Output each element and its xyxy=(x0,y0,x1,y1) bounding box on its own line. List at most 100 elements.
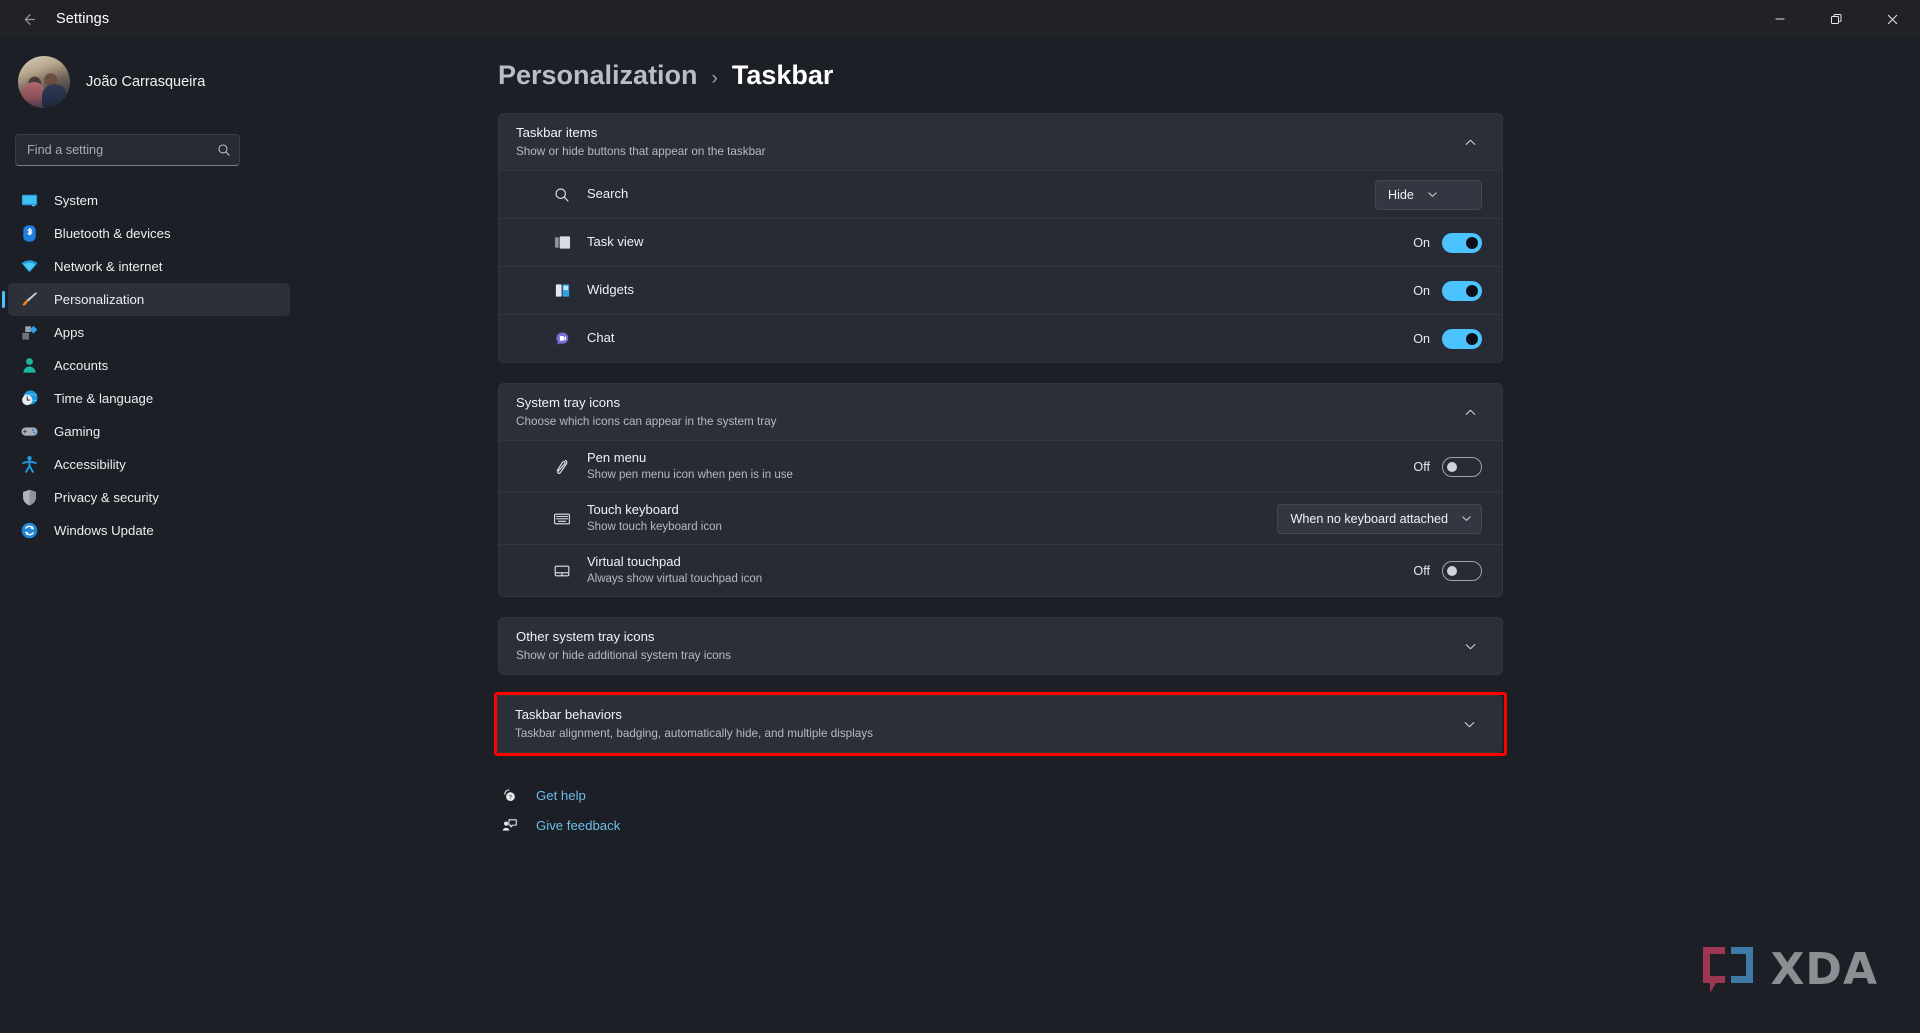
pen-menu-toggle[interactable] xyxy=(1442,456,1482,477)
section-title: Taskbar items xyxy=(516,125,598,141)
row-label: Widgets xyxy=(587,282,634,298)
taskbar-items-header[interactable]: Taskbar items Show or hide buttons that … xyxy=(499,114,1502,170)
get-help-link[interactable]: ? Get help xyxy=(498,780,1920,810)
footer-links: ? Get help Give feedback xyxy=(498,780,1920,840)
sidebar-item-personalization[interactable]: Personalization xyxy=(2,283,290,316)
give-feedback-link[interactable]: Give feedback xyxy=(498,810,1920,840)
chevron-up-icon[interactable] xyxy=(1458,130,1482,154)
chevron-up-icon[interactable] xyxy=(1458,400,1482,424)
section-subtitle: Choose which icons can appear in the sys… xyxy=(516,415,777,428)
window-controls xyxy=(1752,0,1920,38)
wifi-icon xyxy=(18,256,40,278)
feedback-icon xyxy=(498,814,520,836)
close-icon xyxy=(1887,14,1897,24)
taskbar-behaviors-header[interactable]: Taskbar behaviors Taskbar alignment, bad… xyxy=(498,696,1501,752)
section-subtitle: Taskbar alignment, badging, automaticall… xyxy=(515,727,873,740)
search-mode-dropdown[interactable]: Hide xyxy=(1375,179,1482,210)
search-icon xyxy=(551,184,573,206)
sidebar-item-label: Windows Update xyxy=(54,523,154,538)
dropdown-value: Hide xyxy=(1388,187,1414,202)
maximize-button[interactable] xyxy=(1808,0,1864,38)
xda-brackets-icon xyxy=(1702,947,1753,993)
sidebar-item-accessibility[interactable]: Accessibility xyxy=(8,448,290,481)
taskview-icon xyxy=(551,232,573,254)
chevron-down-icon xyxy=(1427,189,1438,200)
sidebar-item-label: Bluetooth & devices xyxy=(54,226,171,241)
sidebar-item-accounts[interactable]: Accounts xyxy=(8,349,290,382)
touchpad-icon xyxy=(551,560,573,582)
sidebar-item-windows-update[interactable]: Windows Update xyxy=(8,514,290,547)
toggle-state-label: On xyxy=(1413,331,1430,346)
gamepad-icon xyxy=(18,421,40,443)
row-label: Touch keyboard xyxy=(587,501,679,517)
task-view-toggle[interactable] xyxy=(1442,232,1482,253)
toggle-state-label: On xyxy=(1413,235,1430,250)
row-virtual-touchpad[interactable]: Virtual touchpad Always show virtual tou… xyxy=(499,544,1502,596)
user-profile[interactable]: João Carrasqueira xyxy=(0,38,300,108)
sidebar-item-apps[interactable]: Apps xyxy=(8,316,290,349)
other-system-tray-icons-header[interactable]: Other system tray icons Show or hide add… xyxy=(499,618,1502,674)
xda-wordmark: XDA xyxy=(1770,943,1878,995)
sidebar-item-bluetooth-devices[interactable]: Bluetooth & devices xyxy=(8,217,290,250)
row-label: Virtual touchpad xyxy=(587,553,681,569)
chevron-down-icon[interactable] xyxy=(1458,634,1482,658)
row-chat[interactable]: Chat On xyxy=(499,314,1502,362)
breadcrumb-parent[interactable]: Personalization xyxy=(498,60,698,91)
main-content: Personalization › Taskbar Taskbar items … xyxy=(300,38,1920,1033)
keyboard-icon xyxy=(551,508,573,530)
sidebar-item-label: Personalization xyxy=(54,292,145,307)
sidebar-item-gaming[interactable]: Gaming xyxy=(8,415,290,448)
sidebar-item-label: Privacy & security xyxy=(54,490,159,505)
row-label: Pen menu xyxy=(587,449,647,465)
toggle-state-label: On xyxy=(1413,283,1430,298)
chevron-down-icon[interactable] xyxy=(1457,712,1481,736)
system-tray-icons-card: System tray icons Choose which icons can… xyxy=(498,383,1503,597)
taskbar-items-card: Taskbar items Show or hide buttons that … xyxy=(498,113,1503,363)
section-title: Other system tray icons xyxy=(516,629,655,645)
taskbar-behaviors-highlight: Taskbar behaviors Taskbar alignment, bad… xyxy=(494,692,1507,756)
maximize-icon xyxy=(1830,13,1841,24)
minimize-button[interactable] xyxy=(1752,0,1808,38)
chat-toggle[interactable] xyxy=(1442,328,1482,349)
search-input[interactable] xyxy=(15,134,240,166)
row-widgets[interactable]: Widgets On xyxy=(499,266,1502,314)
system-tray-icons-header[interactable]: System tray icons Choose which icons can… xyxy=(499,384,1502,440)
xda-watermark: XDA xyxy=(1699,943,1879,995)
dropdown-value: When no keyboard attached xyxy=(1290,511,1448,526)
sidebar-item-privacy-security[interactable]: Privacy & security xyxy=(8,481,290,514)
row-label: Chat xyxy=(587,330,615,346)
app-title: Settings xyxy=(56,11,110,27)
touch-keyboard-mode-dropdown[interactable]: When no keyboard attached xyxy=(1277,503,1482,534)
row-touch-keyboard[interactable]: Touch keyboard Show touch keyboard icon … xyxy=(499,492,1502,544)
section-title: System tray icons xyxy=(516,395,621,411)
apps-icon xyxy=(18,322,40,344)
sidebar-item-label: Apps xyxy=(54,325,85,340)
clock-icon xyxy=(18,388,40,410)
back-button[interactable] xyxy=(8,4,48,34)
page-title: Taskbar xyxy=(731,60,834,90)
widgets-icon xyxy=(551,280,573,302)
minimize-icon xyxy=(1775,18,1785,20)
update-icon xyxy=(18,520,40,542)
sidebar-item-label: Accessibility xyxy=(54,457,126,472)
virtual-touchpad-toggle[interactable] xyxy=(1442,560,1482,581)
sidebar-item-time-language[interactable]: Time & language xyxy=(8,382,290,415)
row-search[interactable]: Search Hide xyxy=(499,170,1502,218)
link-label: Get help xyxy=(536,787,586,803)
close-button[interactable] xyxy=(1864,0,1920,38)
section-subtitle: Show or hide buttons that appear on the … xyxy=(516,145,766,158)
row-pen-menu[interactable]: Pen menu Show pen menu icon when pen is … xyxy=(499,440,1502,492)
monitor-icon xyxy=(18,190,40,212)
widgets-toggle-group: On xyxy=(1413,280,1482,301)
pen-icon xyxy=(551,456,573,478)
sidebar-item-network-internet[interactable]: Network & internet xyxy=(8,250,290,283)
widgets-toggle[interactable] xyxy=(1442,280,1482,301)
breadcrumb: Personalization › Taskbar xyxy=(498,60,1920,91)
search-icon[interactable] xyxy=(214,140,234,160)
brush-icon xyxy=(18,289,40,311)
sidebar-item-system[interactable]: System xyxy=(8,184,290,217)
sidebar-item-label: Gaming xyxy=(54,424,101,439)
section-title: Taskbar behaviors xyxy=(515,707,623,723)
row-task-view[interactable]: Task view On xyxy=(499,218,1502,266)
sidebar-item-label: Accounts xyxy=(54,358,109,373)
